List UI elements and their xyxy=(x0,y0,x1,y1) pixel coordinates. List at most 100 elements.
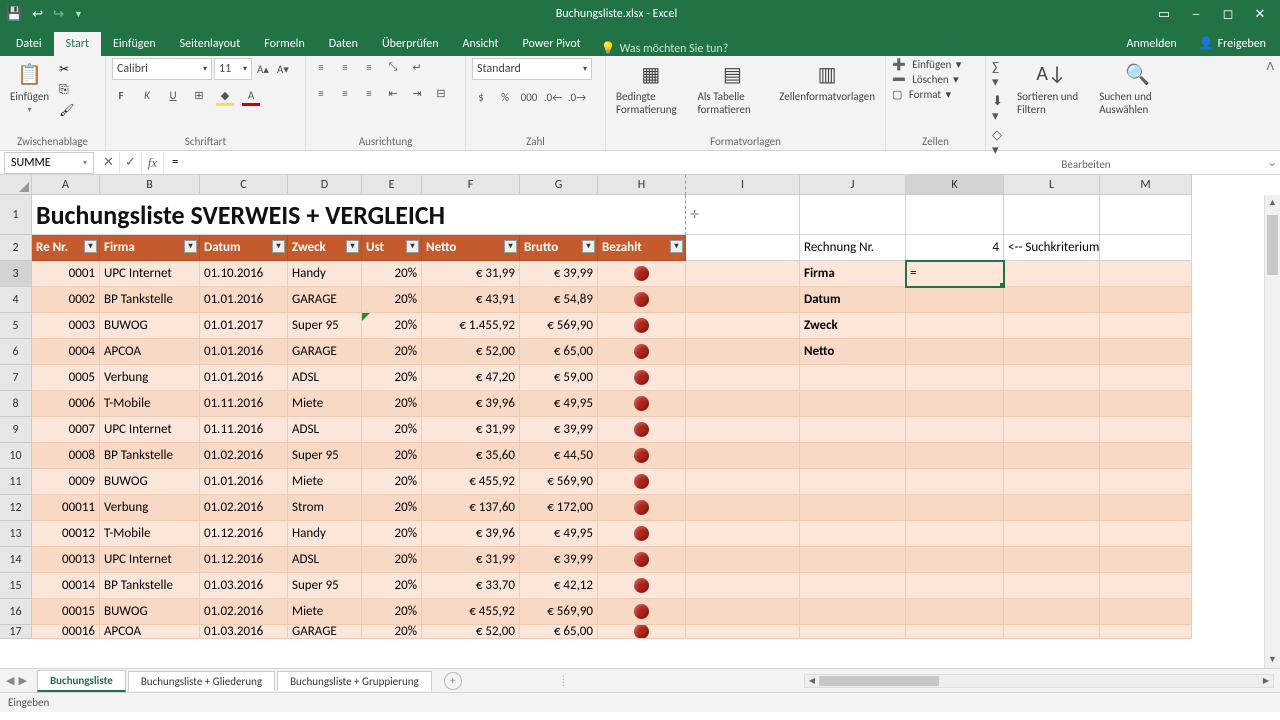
cell-renr[interactable]: 0001 xyxy=(32,261,100,287)
row-header[interactable]: 12 xyxy=(0,495,32,521)
table-header-e[interactable]: Ust▾ xyxy=(362,235,422,261)
lookup-zweck-label[interactable]: Zweck xyxy=(800,313,906,339)
grow-font-icon[interactable]: A▴ xyxy=(254,60,272,78)
filter-icon[interactable]: ▾ xyxy=(582,240,595,253)
cell[interactable] xyxy=(1004,261,1100,287)
tab-view[interactable]: Ansicht xyxy=(451,32,511,56)
row-header[interactable]: 15 xyxy=(0,573,32,599)
cell-bezahlt[interactable] xyxy=(598,521,686,547)
table-header-d[interactable]: Zweck▾ xyxy=(288,235,362,261)
cell[interactable] xyxy=(800,521,906,547)
cell-renr[interactable]: 0005 xyxy=(32,365,100,391)
maximize-icon[interactable]: ◻ xyxy=(1214,7,1242,22)
cell[interactable] xyxy=(686,287,800,313)
cell[interactable] xyxy=(1100,195,1192,235)
cell[interactable] xyxy=(906,469,1004,495)
expand-formula-bar-icon[interactable]: ⌄ xyxy=(1264,155,1280,170)
cell-zweck[interactable]: ADSL xyxy=(288,417,362,443)
cell-bezahlt[interactable] xyxy=(598,495,686,521)
cell[interactable] xyxy=(906,313,1004,339)
tab-data[interactable]: Daten xyxy=(317,32,370,56)
cell[interactable] xyxy=(906,339,1004,365)
cell[interactable] xyxy=(1100,235,1192,261)
hscroll-right-icon[interactable]: ▶ xyxy=(1259,675,1273,687)
cell[interactable] xyxy=(1100,365,1192,391)
cell-firma[interactable]: BUWOG xyxy=(100,469,200,495)
tab-file[interactable]: Datei xyxy=(4,32,54,56)
cell-datum[interactable]: 01.11.2016 xyxy=(200,391,288,417)
dec-decimal-icon[interactable]: .0→ xyxy=(568,88,586,106)
cell-ust[interactable]: 20% xyxy=(362,599,422,625)
cell[interactable]: ✛ xyxy=(686,195,800,235)
border-button[interactable]: ⊞ xyxy=(190,86,208,104)
cell-zweck[interactable]: Super 95 xyxy=(288,573,362,599)
inc-decimal-icon[interactable]: .0← xyxy=(544,88,562,106)
horizontal-scrollbar[interactable]: ◀ ▶ xyxy=(804,674,1274,688)
cell[interactable] xyxy=(1100,287,1192,313)
align-center-icon[interactable]: ≡ xyxy=(336,84,354,102)
cell-ust[interactable]: 20% xyxy=(362,625,422,639)
cell-datum[interactable]: 01.12.2016 xyxy=(200,521,288,547)
sheet-next-icon[interactable]: ▶ xyxy=(18,674,26,687)
wrap-text-icon[interactable]: ↵ xyxy=(408,58,426,76)
cell-firma[interactable]: T-Mobile xyxy=(100,391,200,417)
cell-netto[interactable]: € 39,96 xyxy=(422,391,520,417)
cell-netto[interactable]: € 455,92 xyxy=(422,469,520,495)
cell-renr[interactable]: 0006 xyxy=(32,391,100,417)
col-K[interactable]: K xyxy=(906,175,1004,195)
delete-cells-button[interactable]: ➖ Löschen ▾ xyxy=(892,73,959,86)
cell[interactable] xyxy=(1100,313,1192,339)
cell-firma[interactable]: Verbung xyxy=(100,365,200,391)
cell[interactable] xyxy=(686,417,800,443)
col-A[interactable]: A xyxy=(32,175,100,195)
cell-netto[interactable]: € 35,60 xyxy=(422,443,520,469)
cell-bezahlt[interactable] xyxy=(598,287,686,313)
col-J[interactable]: J xyxy=(800,175,906,195)
cell-bezahlt[interactable] xyxy=(598,417,686,443)
lookup-firma-label[interactable]: Firma xyxy=(800,261,906,287)
cell[interactable] xyxy=(906,521,1004,547)
cell-bezahlt[interactable] xyxy=(598,443,686,469)
cell-netto[interactable]: € 39,96 xyxy=(422,521,520,547)
cell[interactable] xyxy=(686,261,800,287)
cell-netto[interactable]: € 47,20 xyxy=(422,365,520,391)
cell-renr[interactable]: 0008 xyxy=(32,443,100,469)
cell[interactable] xyxy=(686,443,800,469)
cell-datum[interactable]: 01.02.2016 xyxy=(200,495,288,521)
cell-firma[interactable]: UPC Internet xyxy=(100,417,200,443)
cell-datum[interactable]: 01.12.2016 xyxy=(200,547,288,573)
filter-icon[interactable]: ▾ xyxy=(670,240,683,253)
cell-zweck[interactable]: Super 95 xyxy=(288,443,362,469)
cell[interactable] xyxy=(686,313,800,339)
cell-datum[interactable]: 01.01.2017 xyxy=(200,313,288,339)
cell-ust[interactable]: 20% xyxy=(362,339,422,365)
font-size-select[interactable]: 11▾ xyxy=(214,58,252,80)
name-box[interactable]: SUMME▾ xyxy=(4,152,94,174)
tab-formulas[interactable]: Formeln xyxy=(252,32,316,56)
cut-icon[interactable]: ✂ xyxy=(59,62,74,77)
orientation-icon[interactable]: ⤡ xyxy=(384,58,402,76)
cell-brutto[interactable]: € 65,00 xyxy=(520,625,598,639)
cell-renr[interactable]: 00011 xyxy=(32,495,100,521)
cell[interactable] xyxy=(800,469,906,495)
percent-icon[interactable]: % xyxy=(496,88,514,106)
cell[interactable] xyxy=(1004,625,1100,639)
cell[interactable] xyxy=(1100,339,1192,365)
cell[interactable] xyxy=(1004,443,1100,469)
currency-icon[interactable]: $ xyxy=(472,88,490,106)
cell[interactable] xyxy=(906,599,1004,625)
cell-brutto[interactable]: € 44,50 xyxy=(520,443,598,469)
col-I[interactable]: I xyxy=(686,175,800,195)
spreadsheet-grid[interactable]: A B C D E F G H I J K L M 1 Buchungslist… xyxy=(0,175,1280,668)
cell-renr[interactable]: 0004 xyxy=(32,339,100,365)
tab-insert[interactable]: Einfügen xyxy=(101,32,168,56)
number-format-select[interactable]: Standard▾ xyxy=(472,58,592,80)
table-header-b[interactable]: Firma▾ xyxy=(100,235,200,261)
cell-bezahlt[interactable] xyxy=(598,573,686,599)
cell-zweck[interactable]: Miete xyxy=(288,469,362,495)
clear-icon[interactable]: ◇ ▾ xyxy=(992,128,1007,158)
cell-ust[interactable]: 20% xyxy=(362,287,422,313)
cell[interactable] xyxy=(686,235,800,261)
table-header-a[interactable]: Re Nr.▾ xyxy=(32,235,100,261)
cell-datum[interactable]: 01.03.2016 xyxy=(200,625,288,639)
